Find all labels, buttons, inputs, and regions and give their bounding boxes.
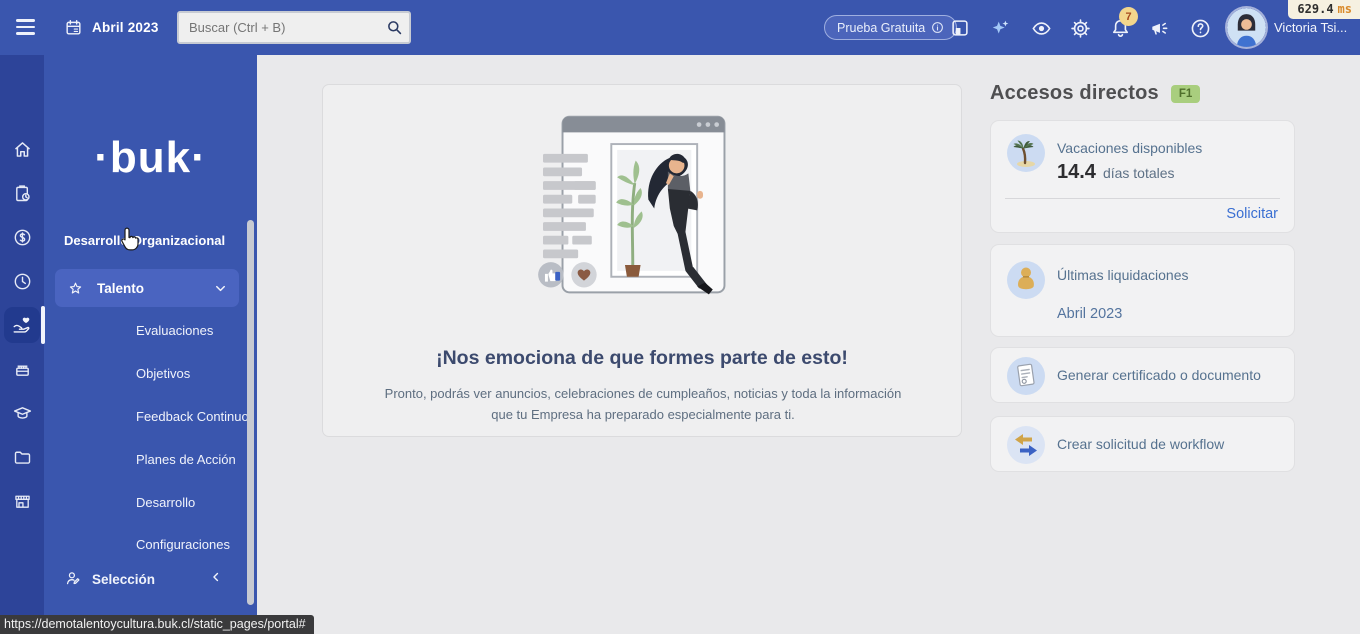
sidebar-item-label: Selección xyxy=(92,572,155,587)
dollar-circle-icon[interactable] xyxy=(10,225,34,249)
cake-icon[interactable] xyxy=(10,357,34,381)
shortcuts-hotkey-badge: F1 xyxy=(1171,85,1200,103)
sparkle-icon[interactable] xyxy=(988,15,1014,41)
rail-active-indicator xyxy=(41,306,45,344)
welcome-card: ¡Nos emociona de que formes parte de est… xyxy=(322,84,962,437)
performance-chip: 629.4 ms xyxy=(1288,0,1360,19)
sidebar-subitem-configuraciones[interactable]: Configuraciones xyxy=(136,537,230,552)
sidebar-subitem-objetivos[interactable]: Objetivos xyxy=(136,366,190,381)
liquidacion-period-link[interactable]: Abril 2023 xyxy=(1057,306,1122,322)
sidebar-item-label: Talento xyxy=(97,281,144,296)
period-label: Abril 2023 xyxy=(92,20,159,35)
shortcut-card-liquidaciones[interactable]: Últimas liquidaciones Abril 2023 xyxy=(990,244,1295,337)
person-pen-icon xyxy=(64,569,84,589)
welcome-body: Pronto, podrás ver anuncios, celebracion… xyxy=(373,383,913,425)
storefront-icon[interactable] xyxy=(10,489,34,513)
shortcut-title: Vacaciones disponibles xyxy=(1057,140,1202,156)
free-trial-label: Prueba Gratuita xyxy=(837,21,925,35)
chevron-down-icon xyxy=(213,281,228,296)
status-url-bar: https://demotalentoycultura.buk.cl/stati… xyxy=(0,615,314,634)
sidebar-item-seleccion[interactable]: Selección xyxy=(44,569,257,591)
graduation-cap-icon[interactable] xyxy=(10,401,34,425)
sidebar-scrollbar[interactable] xyxy=(247,220,254,605)
clock-icon[interactable] xyxy=(10,269,34,293)
sidebar-subitem-evaluaciones[interactable]: Evaluaciones xyxy=(136,323,213,338)
solicitar-link[interactable]: Solicitar xyxy=(1226,206,1278,222)
notification-badge: 7 xyxy=(1119,7,1138,26)
megaphone-icon[interactable] xyxy=(1146,15,1172,41)
document-icon xyxy=(1007,357,1045,395)
chevron-left-icon xyxy=(209,570,223,584)
card-divider xyxy=(1005,198,1280,199)
palm-tree-icon xyxy=(1007,134,1045,172)
info-icon xyxy=(931,21,944,34)
hamburger-menu-button[interactable] xyxy=(12,15,40,39)
sidebar-subitem-planes-de-accion[interactable]: Planes de Acción xyxy=(136,452,236,467)
search-input[interactable] xyxy=(179,20,379,35)
star-icon xyxy=(67,280,84,297)
shortcut-title: Generar certificado o documento xyxy=(1057,367,1261,383)
vacation-days-value: 14.4 xyxy=(1057,161,1096,184)
sidebar-item-talento[interactable]: Talento xyxy=(55,269,239,307)
top-bar: Abril 2023 Prueba Gratuita 7 xyxy=(0,0,1360,55)
search-icon[interactable] xyxy=(379,18,409,37)
sidebar-subitem-feedback-continuo[interactable]: Feedback Continuo xyxy=(136,409,249,424)
free-trial-button[interactable]: Prueba Gratuita xyxy=(824,15,957,40)
clipboard-clock-icon[interactable] xyxy=(10,181,34,205)
global-search xyxy=(177,11,411,44)
bookmark-icon[interactable] xyxy=(947,15,973,41)
app-window: Abril 2023 Prueba Gratuita 7 xyxy=(0,0,1360,634)
main-content: ¡Nos emociona de que formes parte de est… xyxy=(257,55,1360,634)
shortcut-title: Últimas liquidaciones xyxy=(1057,267,1189,283)
gear-icon[interactable] xyxy=(1067,15,1093,41)
performance-unit: ms xyxy=(1338,2,1352,16)
vacation-days-suffix: días totales xyxy=(1103,165,1175,181)
calendar-icon xyxy=(64,18,83,37)
performance-value: 629.4 xyxy=(1297,2,1333,16)
sidebar: ·buk· Desarrollo Organizacional Talento … xyxy=(44,55,257,634)
sidebar-subitem-desarrollo[interactable]: Desarrollo xyxy=(136,495,195,510)
money-bag-icon xyxy=(1007,261,1045,299)
buk-logo: ·buk· xyxy=(44,133,257,183)
avatar[interactable] xyxy=(1227,8,1266,47)
folder-icon[interactable] xyxy=(10,445,34,469)
period-selector-button[interactable]: Abril 2023 xyxy=(64,12,159,42)
sidebar-section-label: Desarrollo Organizacional xyxy=(64,233,225,248)
welcome-illustration xyxy=(531,107,756,307)
workflow-arrows-icon xyxy=(1007,426,1045,464)
welcome-title: ¡Nos emociona de que formes parte de est… xyxy=(323,347,961,370)
home-icon[interactable] xyxy=(10,137,34,161)
shortcut-card-certificado[interactable]: Generar certificado o documento xyxy=(990,347,1295,403)
help-icon[interactable] xyxy=(1187,15,1213,41)
shortcuts-title: Accesos directos xyxy=(990,82,1159,105)
shortcut-title: Crear solicitud de workflow xyxy=(1057,436,1224,452)
module-rail xyxy=(0,55,44,634)
user-name[interactable]: Victoria Tsi... xyxy=(1274,20,1347,35)
eye-icon[interactable] xyxy=(1028,15,1054,41)
shortcut-card-workflow[interactable]: Crear solicitud de workflow xyxy=(990,416,1295,472)
hand-heart-icon[interactable] xyxy=(10,313,34,337)
shortcut-card-vacaciones[interactable]: Vacaciones disponibles 14.4 días totales… xyxy=(990,120,1295,233)
bell-icon[interactable]: 7 xyxy=(1107,15,1133,41)
